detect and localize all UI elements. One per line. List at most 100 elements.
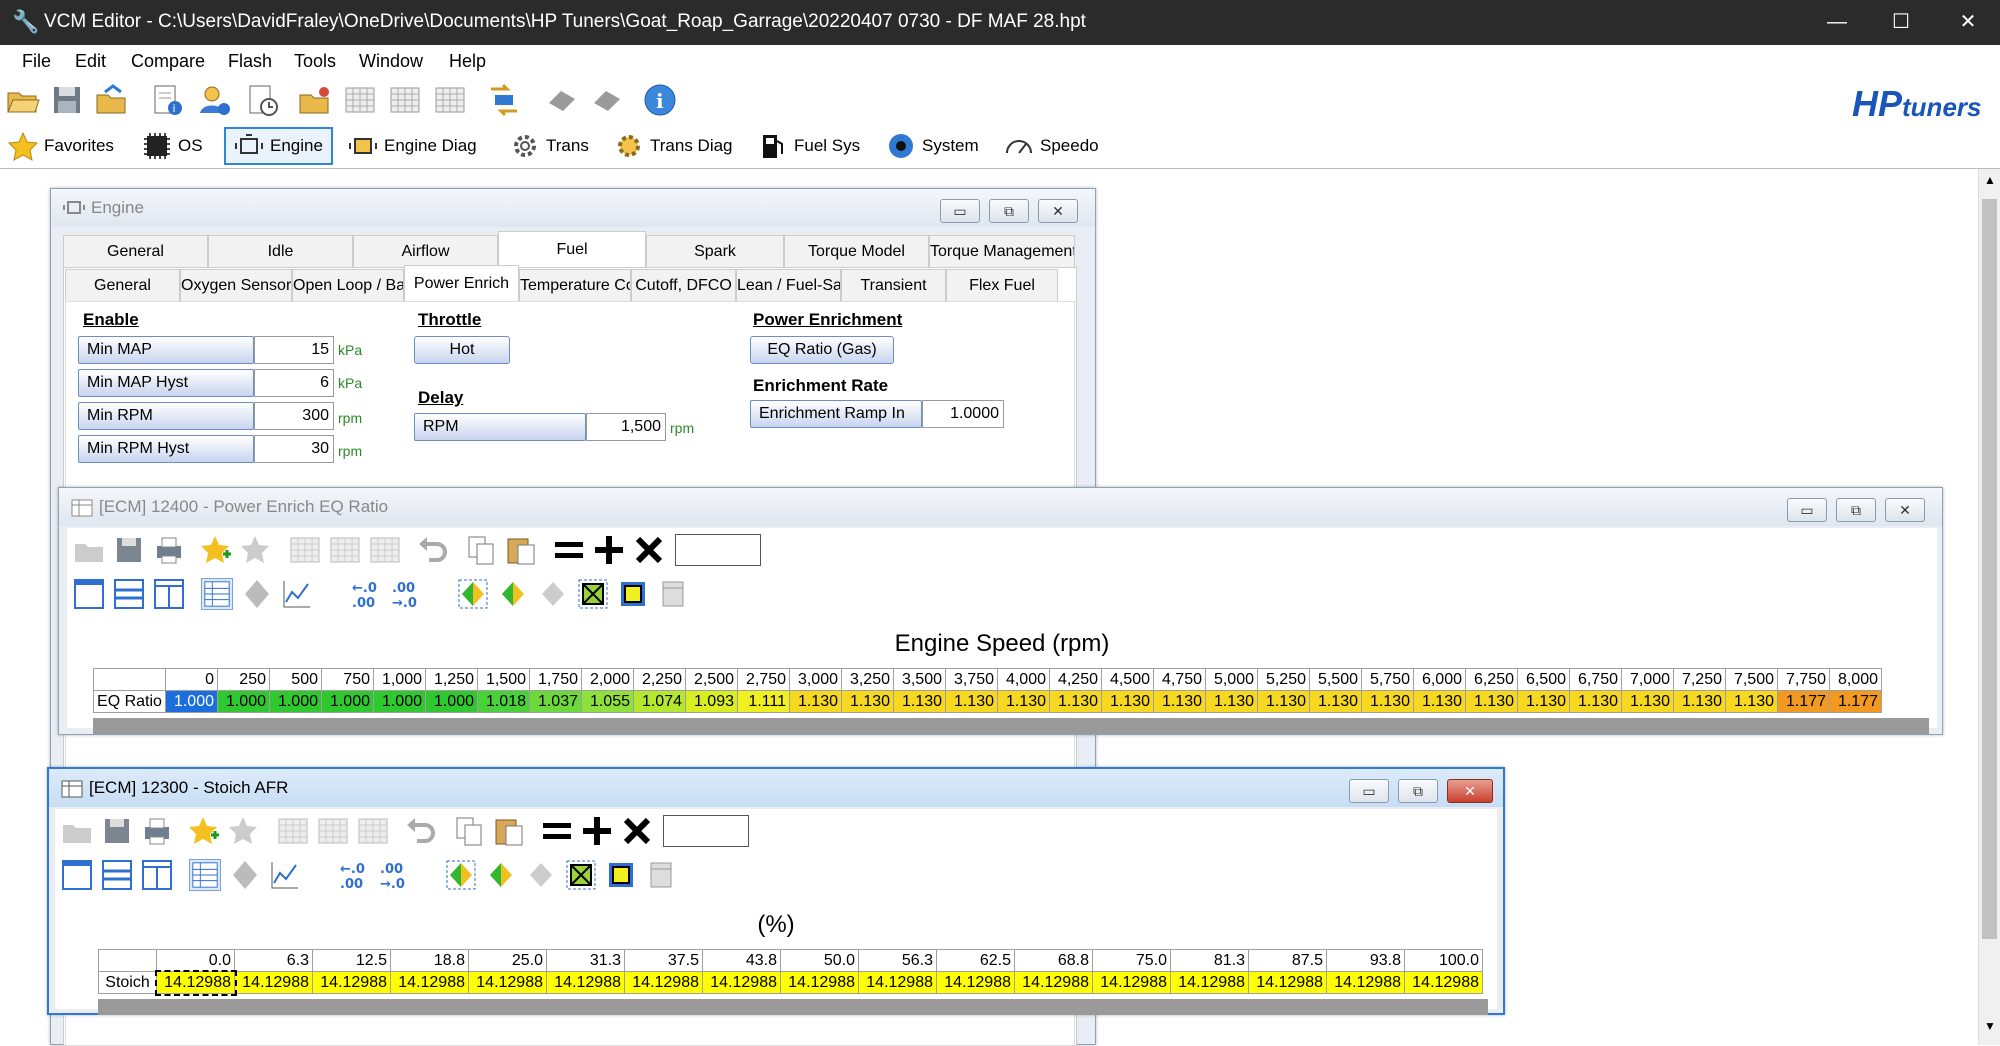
subtab-oxygen-sensors[interactable]: Oxygen Sensors bbox=[180, 269, 292, 301]
eq-ratio-cell[interactable]: 1.111 bbox=[737, 690, 790, 713]
menu-compare[interactable]: Compare bbox=[131, 51, 205, 72]
menu-help[interactable]: Help bbox=[449, 51, 486, 72]
add-icon[interactable] bbox=[593, 534, 625, 566]
min-rpm-hyst-value[interactable]: 30 bbox=[254, 435, 334, 463]
read-icon[interactable] bbox=[545, 83, 579, 117]
tab-torque-model[interactable]: Torque Model bbox=[784, 235, 929, 267]
eq-ratio-cell[interactable]: 1.130 bbox=[1569, 690, 1622, 713]
eq-ratio-cell[interactable]: 1.130 bbox=[1153, 690, 1206, 713]
eq-ratio-cell[interactable]: 1.093 bbox=[685, 690, 738, 713]
stoich-afr-cell[interactable]: 14.12988 bbox=[1014, 971, 1093, 994]
print-icon[interactable] bbox=[153, 534, 185, 566]
remove-favorite-icon[interactable] bbox=[241, 534, 273, 566]
tab-spark[interactable]: Spark bbox=[646, 235, 784, 267]
min-map-label[interactable]: Min MAP bbox=[78, 336, 254, 364]
color-scale-icon[interactable] bbox=[497, 578, 529, 610]
equals-icon[interactable] bbox=[553, 534, 585, 566]
open-folder-icon[interactable] bbox=[73, 534, 105, 566]
eq-ratio-table[interactable]: 0 250 500 750 1,000 1,250 1,500 1,750 2,000 2,250… bbox=[93, 668, 1882, 713]
throttle-hot-button[interactable]: Hot bbox=[414, 336, 510, 364]
save-icon[interactable] bbox=[101, 815, 133, 847]
save-icon[interactable] bbox=[50, 83, 84, 117]
min-rpm-hyst-label[interactable]: Min RPM Hyst bbox=[78, 435, 254, 463]
subtab-cutoff-dfco[interactable]: Cutoff, DFCO bbox=[631, 269, 736, 301]
table-icon-1[interactable] bbox=[343, 83, 377, 117]
afr-close-button[interactable]: ✕ bbox=[1447, 779, 1493, 803]
open-folder-icon[interactable] bbox=[6, 83, 40, 117]
color-fill-icon[interactable] bbox=[445, 859, 477, 891]
stoich-afr-cell[interactable]: 14.12988 bbox=[234, 971, 313, 994]
maximize-button[interactable]: ☐ bbox=[1869, 0, 1933, 45]
eq-ratio-cell[interactable]: 1.130 bbox=[789, 690, 842, 713]
stoich-afr-cell[interactable]: 14.12988 bbox=[1404, 971, 1483, 994]
nav-engine[interactable]: Engine bbox=[224, 127, 333, 165]
clear-icon[interactable] bbox=[645, 859, 677, 891]
eq-ratio-cell[interactable]: 1.130 bbox=[1465, 690, 1518, 713]
scroll-thumb[interactable] bbox=[1982, 199, 1997, 939]
engine-restore-button[interactable]: ⧉ bbox=[989, 199, 1029, 223]
subtab-lean-fuel-save[interactable]: Lean / Fuel-Save bbox=[736, 269, 841, 301]
afr-restore-button[interactable]: ⧉ bbox=[1398, 779, 1438, 803]
eq-window-titlebar[interactable]: [ECM] 12400 - Power Enrich EQ Ratio ▭ ⧉ … bbox=[59, 488, 1942, 526]
afr-horizontal-scrollbar[interactable] bbox=[98, 999, 1488, 1015]
eq-ratio-cell[interactable]: 1.037 bbox=[529, 690, 582, 713]
afr-window-titlebar[interactable]: [ECM] 12300 - Stoich AFR ▭ ⧉ ✕ bbox=[49, 769, 1503, 807]
eq-ratio-cell[interactable]: 1.000 bbox=[321, 690, 374, 713]
stoich-afr-table[interactable]: 0.0 6.3 12.5 18.8 25.0 31.3 37.5 43.8 50.0 56.3 62… bbox=[98, 949, 1483, 996]
eq-ratio-cell[interactable]: 1.130 bbox=[1257, 690, 1310, 713]
scroll-down-icon[interactable]: ▼ bbox=[1984, 1019, 1996, 1033]
eq-restore-button[interactable]: ⧉ bbox=[1836, 498, 1876, 522]
save-icon[interactable] bbox=[113, 534, 145, 566]
print-icon[interactable] bbox=[141, 815, 173, 847]
copy-icon[interactable] bbox=[453, 815, 485, 847]
table-view-icon[interactable] bbox=[189, 859, 221, 891]
color-scale-icon[interactable] bbox=[485, 859, 517, 891]
eq-ratio-cell[interactable]: 1.074 bbox=[633, 690, 686, 713]
stoich-afr-cell[interactable]: 14.12988 bbox=[546, 971, 625, 994]
vertical-scrollbar[interactable]: ▲ ▼ bbox=[1978, 169, 2000, 1045]
stoich-afr-cell[interactable]: 14.12988 bbox=[702, 971, 781, 994]
eq-ratio-cell[interactable]: 1.177 bbox=[1777, 690, 1830, 713]
eq-ratio-cell[interactable]: 1.130 bbox=[1101, 690, 1154, 713]
remove-favorite-icon[interactable] bbox=[229, 815, 261, 847]
eq-ratio-cell[interactable]: 1.000 bbox=[217, 690, 270, 713]
horizontal-split-icon[interactable] bbox=[113, 578, 145, 610]
nav-engine-diag[interactable]: Engine Diag bbox=[348, 127, 477, 165]
info-icon[interactable]: i bbox=[643, 83, 677, 117]
eq-ratio-cell[interactable]: 1.000 bbox=[165, 690, 218, 713]
menu-edit[interactable]: Edit bbox=[75, 51, 106, 72]
vertical-split-icon[interactable] bbox=[153, 578, 185, 610]
eq-ratio-cell[interactable]: 1.130 bbox=[1621, 690, 1674, 713]
eq-ratio-cell[interactable]: 1.130 bbox=[1205, 690, 1258, 713]
single-view-icon[interactable] bbox=[73, 578, 105, 610]
tab-general[interactable]: General bbox=[63, 235, 208, 267]
scroll-up-icon[interactable]: ▲ bbox=[1984, 173, 1996, 187]
highlight-cell-icon[interactable] bbox=[605, 859, 637, 891]
min-rpm-label[interactable]: Min RPM bbox=[78, 402, 254, 430]
engine-minimize-button[interactable]: ▭ bbox=[940, 199, 980, 223]
menu-window[interactable]: Window bbox=[359, 51, 423, 72]
select-cell-icon[interactable] bbox=[577, 578, 609, 610]
table-icon-2[interactable] bbox=[388, 83, 422, 117]
3d-view-icon[interactable] bbox=[241, 578, 273, 610]
eq-ratio-cell[interactable]: 1.130 bbox=[841, 690, 894, 713]
copy-icon[interactable] bbox=[465, 534, 497, 566]
highlight-cell-icon[interactable] bbox=[617, 578, 649, 610]
menu-tools[interactable]: Tools bbox=[294, 51, 336, 72]
stoich-afr-cell[interactable]: 14.12988 bbox=[624, 971, 703, 994]
stoich-afr-cell[interactable]: 14.12988 bbox=[1170, 971, 1249, 994]
afr-minimize-button[interactable]: ▭ bbox=[1349, 779, 1389, 803]
horizontal-split-icon[interactable] bbox=[101, 859, 133, 891]
select-cell-icon[interactable] bbox=[565, 859, 597, 891]
stoich-afr-cell[interactable]: 14.12988 bbox=[1326, 971, 1405, 994]
file-info-icon[interactable]: i bbox=[150, 83, 184, 117]
table-icon-3[interactable] bbox=[433, 83, 467, 117]
stoich-afr-cell[interactable]: 14.12988 bbox=[858, 971, 937, 994]
min-rpm-value[interactable]: 300 bbox=[254, 402, 334, 430]
stoich-afr-cell[interactable]: 14.12988 bbox=[154, 969, 237, 996]
eq-ratio-cell[interactable]: 1.130 bbox=[1413, 690, 1466, 713]
decrease-decimals-icon[interactable]: ←.0.00 bbox=[339, 859, 371, 891]
write-icon[interactable] bbox=[590, 83, 624, 117]
eq-minimize-button[interactable]: ▭ bbox=[1787, 498, 1827, 522]
nav-os[interactable]: OS bbox=[142, 127, 203, 165]
